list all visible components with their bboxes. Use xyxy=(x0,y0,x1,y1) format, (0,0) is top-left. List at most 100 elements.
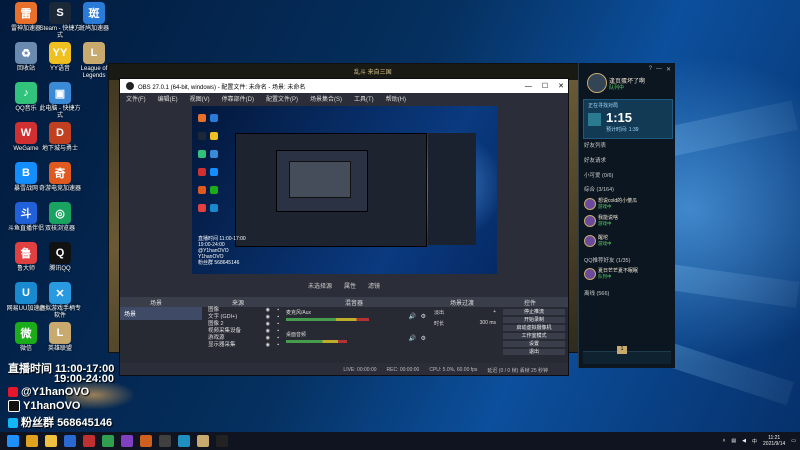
menu-item[interactable]: 配置文件(P) xyxy=(266,94,298,103)
control-button[interactable]: 开始录制 xyxy=(503,317,565,323)
visibility-icon[interactable]: ◉ xyxy=(266,307,270,314)
clock[interactable]: 11:21 2021/9/14 xyxy=(763,435,785,447)
lock-icon[interactable]: ▪ xyxy=(277,314,279,321)
desktop-icon[interactable]: Q 腾讯QQ xyxy=(38,242,82,273)
menu-item[interactable]: 视图(V) xyxy=(190,94,210,103)
ime-icon[interactable]: 中 xyxy=(752,438,757,445)
app-icon: 斑 xyxy=(83,2,105,24)
control-button[interactable]: 工作室模式 xyxy=(503,333,565,339)
taskbar-start-button-icon[interactable] xyxy=(7,435,19,447)
desktop-icon[interactable]: D 地下城与勇士 xyxy=(38,122,82,153)
taskbar-app-7-icon[interactable] xyxy=(178,435,190,447)
transitions-dock[interactable]: 淡出 + 时长 300 ms xyxy=(430,307,501,363)
source-item[interactable]: 视频采集设备 ◉ ▪ xyxy=(202,328,282,335)
taskbar-app-3-icon[interactable] xyxy=(102,435,114,447)
maximize-icon[interactable]: ☐ xyxy=(542,82,548,90)
control-button[interactable]: 退出 xyxy=(503,349,565,355)
taskbar-file-explorer-icon[interactable] xyxy=(45,435,57,447)
obs-window[interactable]: OBS 27.0.1 (64-bit, windows) - 配置文件: 未命名… xyxy=(119,78,569,376)
sources-dock[interactable]: 图像 ◉ ▪ 文字 (GDI+) ◉ ▪ 图像 2 ◉ ▪ 视频采集设备 ◉ ▪ 游戏源 ◉ ▪ 显示器采集 ◉… xyxy=(202,307,283,363)
notification-icon[interactable]: ▭ xyxy=(791,438,796,444)
close-icon[interactable]: ✕ xyxy=(666,66,671,73)
speaker-icon[interactable]: 🔊 xyxy=(409,313,416,320)
obs-preview[interactable]: 直播时间 11:00-17:00 19:00-24:00 @Y1hanOVO Y1ha… xyxy=(192,106,497,274)
visibility-icon[interactable]: ◉ xyxy=(266,321,270,328)
friend-item[interactable]: 我能说啥 游戏中 xyxy=(584,213,669,229)
lock-icon[interactable]: ▪ xyxy=(277,328,279,335)
visibility-icon[interactable]: ◉ xyxy=(266,342,270,349)
friend-item[interactable]: 夏日芒芒夏不眠眠 队列中 xyxy=(584,266,669,282)
taskbar-app-1-icon[interactable] xyxy=(64,435,76,447)
queue-timer-box[interactable]: 正在寻找对局 1:15 预计时间: 1:39 xyxy=(583,99,673,139)
source-item[interactable]: 图像 2 ◉ ▪ xyxy=(202,321,282,328)
minimize-icon[interactable]: — xyxy=(656,66,662,73)
transition-duration-row[interactable]: 时长 300 ms xyxy=(430,318,500,329)
transition-add-icon[interactable]: + xyxy=(493,309,496,316)
menu-item[interactable]: 场景集合(S) xyxy=(310,94,342,103)
notification-count[interactable]: 1 xyxy=(617,346,627,354)
friend-group-header[interactable]: 综合 (3/164) xyxy=(584,185,614,193)
menu-item[interactable]: 停靠部件(D) xyxy=(222,94,254,103)
close-icon[interactable]: ✕ xyxy=(558,82,564,90)
chevron-up-icon[interactable]: ˄ xyxy=(722,438,725,444)
filters-button[interactable]: 滤镜 xyxy=(368,281,380,291)
network-icon[interactable]: ▤ xyxy=(731,438,736,444)
visibility-icon[interactable]: ◉ xyxy=(266,328,270,335)
friend-item[interactable]: 想说cold的小傻瓜 游戏中 xyxy=(584,196,669,212)
minimize-icon[interactable]: — xyxy=(525,83,532,90)
desktop-icon[interactable]: ✕ 虚拟游戏手柄专软件 xyxy=(38,282,82,320)
transition-duration-input[interactable]: 300 ms xyxy=(480,320,496,327)
source-item[interactable]: 显示器采集 ◉ ▪ xyxy=(202,342,282,349)
lock-icon[interactable]: ▪ xyxy=(277,321,279,328)
taskbar-app-5-icon[interactable] xyxy=(140,435,152,447)
friend-group-header[interactable]: 离线 (566) xyxy=(584,289,609,297)
help-icon[interactable]: ? xyxy=(649,66,652,73)
taskbar-obs-icon[interactable] xyxy=(216,435,228,447)
taskbar-app-8-icon[interactable] xyxy=(197,435,209,447)
scene-item[interactable]: 场景 xyxy=(120,307,202,320)
taskbar-app-2-icon[interactable] xyxy=(83,435,95,447)
menu-item[interactable]: 帮助(H) xyxy=(386,94,406,103)
controls-dock[interactable]: 停止推流开始录制启动虚拟摄像机 工作室模式设置退出 xyxy=(500,307,568,363)
lock-icon[interactable]: ▪ xyxy=(277,335,279,342)
preview-icon xyxy=(210,114,218,122)
lock-icon[interactable]: ▪ xyxy=(277,307,279,314)
taskbar-app-4-icon[interactable] xyxy=(121,435,133,447)
source-item[interactable]: 文字 (GDI+) ◉ ▪ xyxy=(202,314,282,321)
preview-icon xyxy=(210,186,218,194)
control-button[interactable]: 启动虚拟摄像机 xyxy=(503,325,565,331)
desktop-icon[interactable]: ▣ 此电脑 - 快捷方式 xyxy=(38,82,82,120)
control-button[interactable]: 停止推流 xyxy=(503,309,565,315)
visibility-icon[interactable]: ◉ xyxy=(266,314,270,321)
system-tray[interactable]: ˄ ▤ ◀ 中 11:21 2021/9/14 ▭ xyxy=(722,432,796,450)
menu-item[interactable]: 编辑(E) xyxy=(158,94,178,103)
source-item[interactable]: 图像 ◉ ▪ xyxy=(202,307,282,314)
mixer-dock[interactable]: 麦克风/Aux 🔊 ⚙ 桌面音频 🔊 ⚙ xyxy=(282,307,431,363)
menu-item[interactable]: 工具(T) xyxy=(354,94,374,103)
taskbar-chrome-icon[interactable] xyxy=(26,435,38,447)
properties-button[interactable]: 属性 xyxy=(344,281,356,291)
mixer-channel[interactable]: 桌面音频 🔊 ⚙ xyxy=(282,329,430,351)
friend-group-header[interactable]: 好友列表 xyxy=(584,141,606,149)
volume-icon[interactable]: ◀ xyxy=(742,438,746,444)
source-item[interactable]: 游戏源 ◉ ▪ xyxy=(202,335,282,342)
visibility-icon[interactable]: ◉ xyxy=(266,335,270,342)
menu-item[interactable]: 文件(F) xyxy=(126,94,146,103)
gear-icon[interactable]: ⚙ xyxy=(421,335,426,342)
friend-item[interactable]: 醒坨 游戏中 xyxy=(584,233,669,249)
control-button[interactable]: 设置 xyxy=(503,341,565,347)
mixer-channel[interactable]: 麦克风/Aux 🔊 ⚙ xyxy=(282,307,430,329)
desktop-icon[interactable]: 斑斑鸠加速器 xyxy=(72,2,116,33)
friend-group-header[interactable]: QQ推荐好友 (1/35) xyxy=(584,256,630,264)
desktop-icon[interactable]: ◎ 双核浏览器 xyxy=(38,202,82,233)
obs-titlebar[interactable]: OBS 27.0.1 (64-bit, windows) - 配置文件: 未命名… xyxy=(120,79,568,93)
friend-group-header[interactable]: 小可爱 (0/6) xyxy=(584,171,613,179)
gear-icon[interactable]: ⚙ xyxy=(421,313,426,320)
transition-type-select[interactable]: 淡出 + xyxy=(430,307,500,318)
lock-icon[interactable]: ▪ xyxy=(277,342,279,349)
taskbar-app-6-icon[interactable] xyxy=(159,435,171,447)
friend-group-header[interactable]: 好友请求 xyxy=(584,156,606,164)
avatar[interactable] xyxy=(587,73,607,93)
speaker-icon[interactable]: 🔊 xyxy=(409,335,416,342)
desktop-icon[interactable]: 奇奇游电竞加速器 xyxy=(38,162,82,193)
